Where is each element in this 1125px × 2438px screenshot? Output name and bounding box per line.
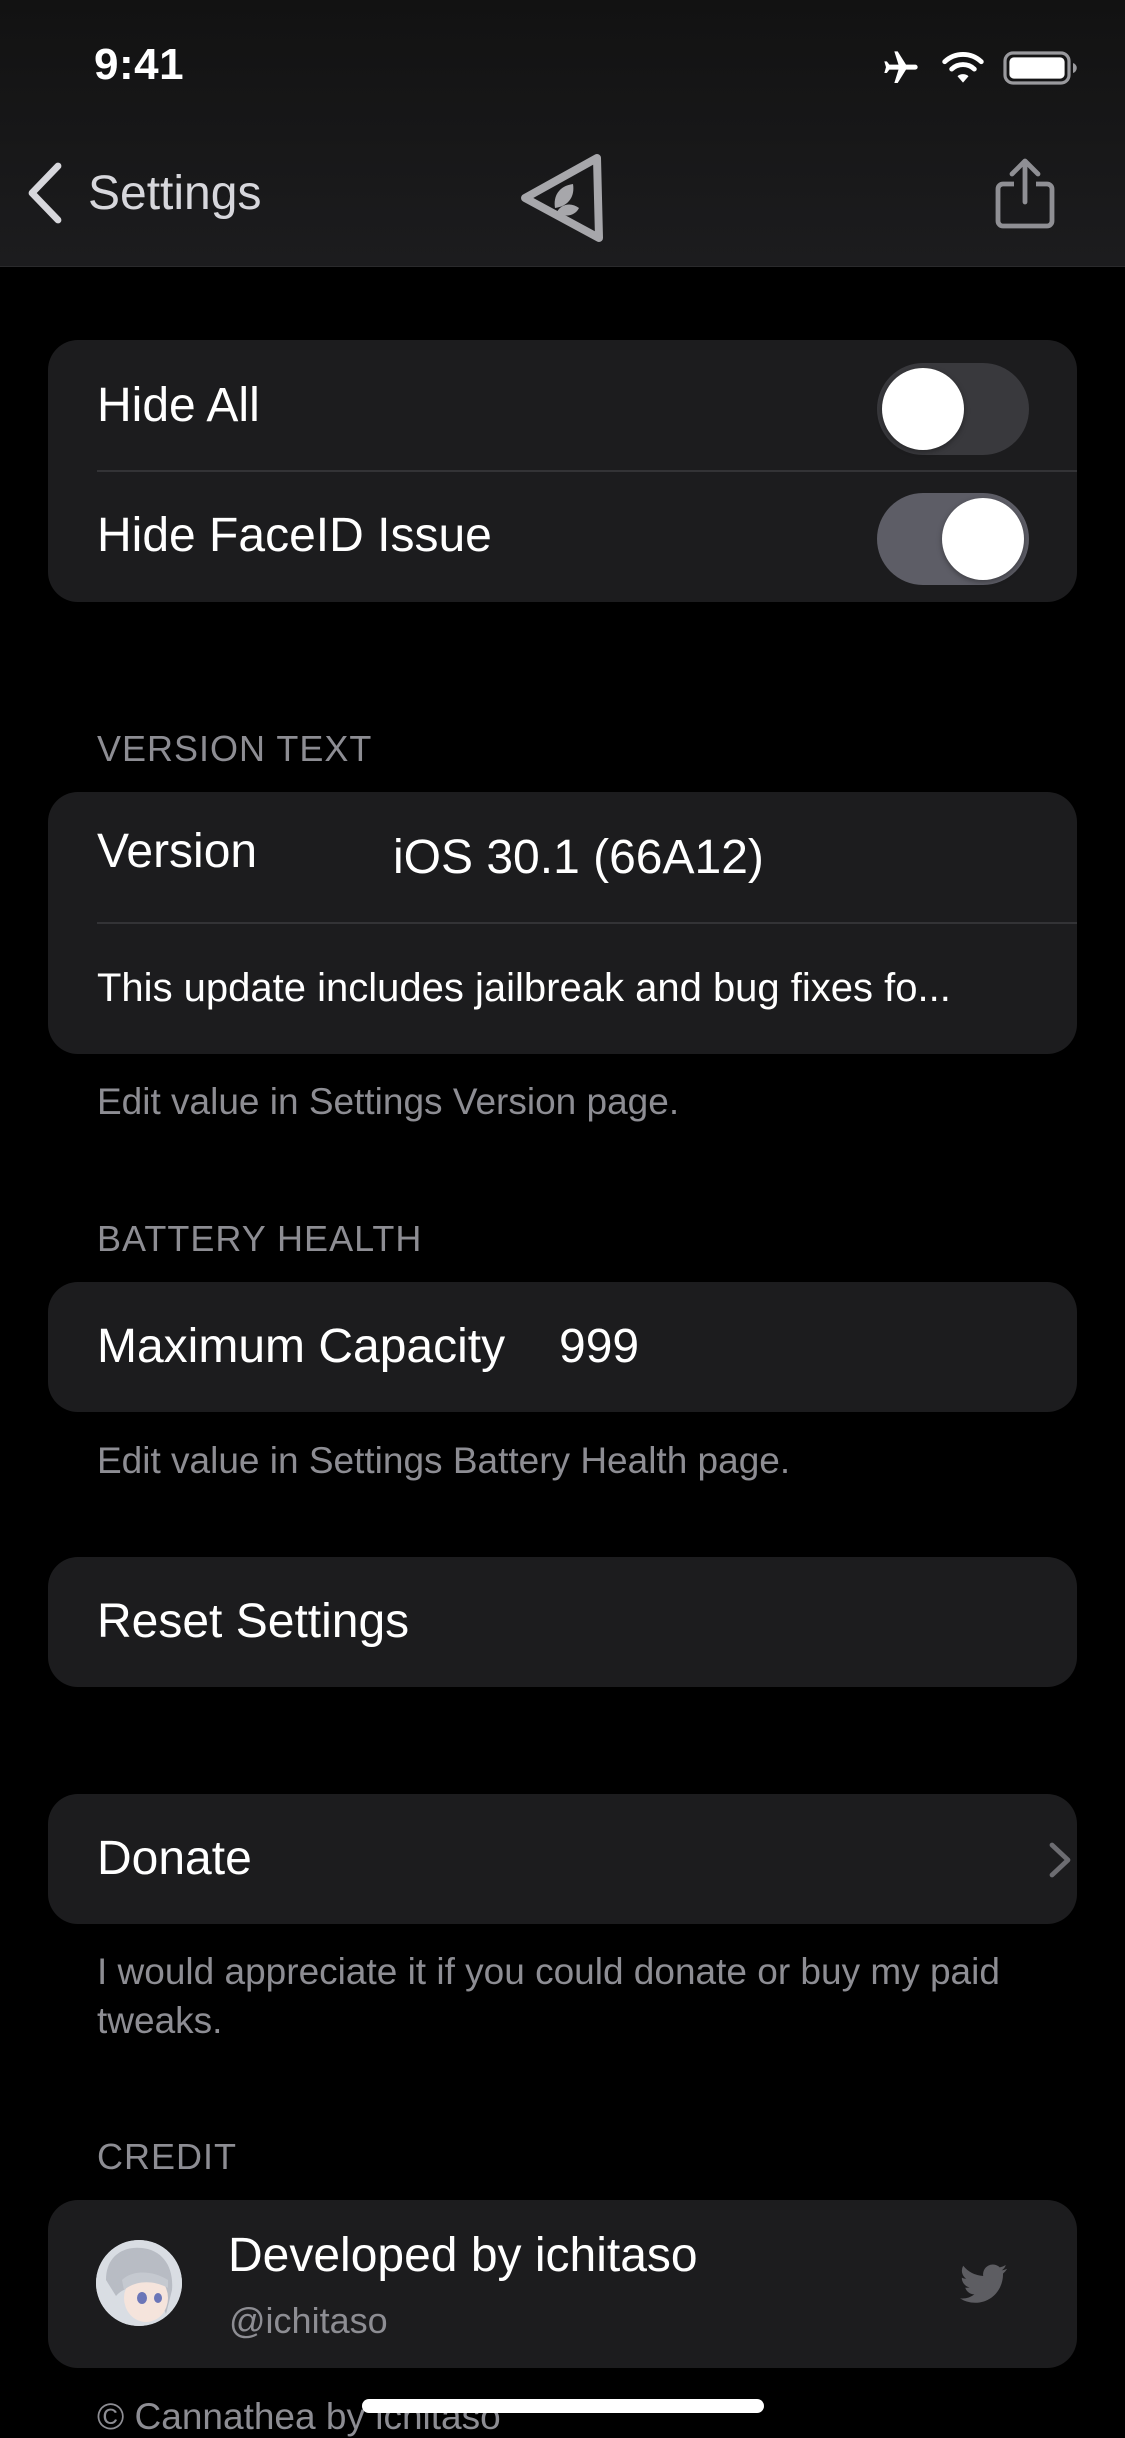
donate-group: Donate bbox=[48, 1794, 1077, 1924]
developer-row[interactable]: Developed by ichitaso @ichitaso bbox=[48, 2200, 1077, 2368]
share-icon bbox=[995, 158, 1055, 229]
version-description[interactable]: This update includes jailbreak and bug f… bbox=[97, 922, 951, 1054]
donate-button[interactable]: Donate bbox=[48, 1794, 1077, 1924]
toggle-group: Hide All Hide FaceID Issue bbox=[48, 340, 1077, 602]
back-button-label: Settings bbox=[88, 166, 262, 220]
credit-group: Developed by ichitaso @ichitaso bbox=[48, 2200, 1077, 2368]
hide-all-label: Hide All bbox=[97, 379, 260, 432]
twitter-icon[interactable] bbox=[960, 2264, 1008, 2304]
version-value[interactable]: iOS 30.1 (66A12) bbox=[393, 792, 764, 924]
navigation-header: 9:41 Settings bbox=[0, 0, 1125, 267]
back-button[interactable]: Settings bbox=[26, 162, 261, 224]
version-label: Version bbox=[97, 825, 258, 878]
hide-all-row: Hide All bbox=[48, 340, 1077, 472]
max-capacity-value[interactable]: 999 bbox=[559, 1282, 639, 1412]
version-group: Version iOS 30.1 (66A12) This update inc… bbox=[48, 792, 1077, 1054]
share-button[interactable] bbox=[994, 158, 1056, 235]
battery-icon bbox=[1003, 51, 1077, 85]
app-logo-icon bbox=[515, 150, 607, 251]
version-row[interactable]: Version iOS 30.1 (66A12) bbox=[48, 792, 1077, 924]
battery-group: Maximum Capacity 999 bbox=[48, 1282, 1077, 1412]
chevron-left-icon bbox=[28, 162, 62, 224]
avatar bbox=[96, 2240, 182, 2326]
status-icons bbox=[879, 48, 1079, 88]
toggle-knob bbox=[882, 368, 964, 450]
donate-footer: I would appreciate it if you could donat… bbox=[97, 1951, 1000, 2041]
airplane-icon bbox=[884, 51, 918, 83]
max-capacity-label: Maximum Capacity bbox=[97, 1320, 506, 1373]
version-section-header: VERSION TEXT bbox=[97, 728, 373, 769]
max-capacity-row[interactable]: Maximum Capacity 999 bbox=[48, 1282, 1077, 1412]
hide-all-toggle[interactable] bbox=[877, 363, 1029, 455]
developer-name: Developed by ichitaso bbox=[228, 2229, 698, 2282]
status-time: 9:41 bbox=[94, 40, 185, 89]
battery-footer: Edit value in Settings Battery Health pa… bbox=[97, 1440, 791, 1481]
toggle-knob bbox=[942, 498, 1024, 580]
chevron-right-icon bbox=[1049, 1842, 1071, 1878]
reset-group: Reset Settings bbox=[48, 1557, 1077, 1687]
version-description-row[interactable]: This update includes jailbreak and bug f… bbox=[48, 922, 1077, 1054]
hide-faceid-row: Hide FaceID Issue bbox=[48, 470, 1077, 602]
reset-settings-label: Reset Settings bbox=[97, 1595, 410, 1648]
home-indicator bbox=[362, 2399, 764, 2413]
battery-section-header: BATTERY HEALTH bbox=[97, 1218, 423, 1259]
developer-handle: @ichitaso bbox=[229, 2300, 388, 2341]
credit-section-header: CREDIT bbox=[97, 2136, 237, 2177]
reset-settings-button[interactable]: Reset Settings bbox=[48, 1557, 1077, 1687]
version-footer: Edit value in Settings Version page. bbox=[97, 1081, 680, 1122]
donate-label: Donate bbox=[97, 1832, 252, 1885]
hide-faceid-label: Hide FaceID Issue bbox=[97, 509, 492, 562]
hide-faceid-toggle[interactable] bbox=[877, 493, 1029, 585]
wifi-icon bbox=[942, 52, 984, 83]
